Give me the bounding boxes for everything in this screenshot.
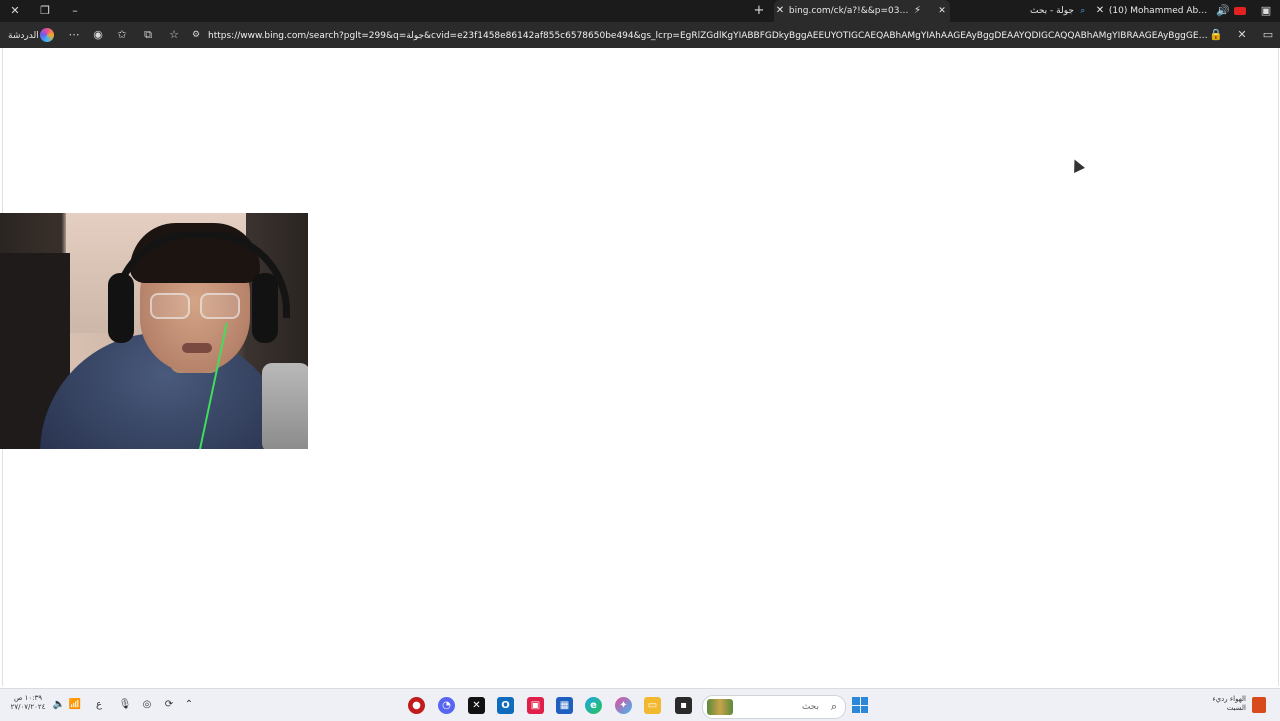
close-window-icon[interactable]: ✕: [8, 0, 22, 22]
tab-close-icon[interactable]: ✕: [1094, 0, 1106, 22]
speaker-icon[interactable]: 🔊: [1216, 0, 1230, 22]
edge-icon[interactable]: e: [585, 697, 602, 714]
gift-icon[interactable]: ▣: [527, 697, 544, 714]
favorites-icon[interactable]: ✩: [114, 26, 130, 44]
file-explorer-icon[interactable]: ▭: [644, 697, 661, 714]
tab-close-icon[interactable]: ✕: [936, 0, 948, 22]
restore-window-icon[interactable]: ❐: [38, 0, 52, 22]
taskbar-clock[interactable]: ١٠:٣٩ ص ٢٧/٠٧/٢٠٢٤: [8, 694, 48, 712]
microphone: [262, 363, 308, 449]
glasses-left: [150, 293, 190, 319]
tab-close-icon[interactable]: ✕: [774, 0, 786, 22]
glasses-right: [200, 293, 240, 319]
tray-app-icon[interactable]: ◎: [140, 697, 154, 713]
weather-widget[interactable]: الهواء رديء السبت: [1196, 695, 1246, 713]
search-highlight-image: [707, 699, 733, 715]
webcam-overlay: [0, 213, 308, 449]
add-favorite-icon[interactable]: ☆: [166, 26, 182, 44]
taskbar: ١٠:٣٩ ص ٢٧/٠٧/٢٠٢٤ 🔈 📶 ع 🎙 ◎ ⟳ ⌃ ● ◔ ✕ O…: [0, 688, 1280, 721]
weather-status: الهواء رديء: [1212, 695, 1246, 703]
tab-title: bing.com/ck/a?!&&p=03fb1d71c: [788, 6, 909, 16]
start-tile: [852, 697, 860, 705]
show-hidden-icons[interactable]: ⌃: [182, 697, 196, 713]
taskbar-search[interactable]: بحث ⌕: [702, 695, 846, 719]
search-icon: ⌕: [830, 700, 837, 713]
tab-youtube[interactable]: ✕ (10) Mohammed Abdo - Mi: [1094, 0, 1214, 22]
address-toolbar: الدردشة ⋯ ◉ ✩ ⧉ ☆ ⚙ https://www.bing.com…: [0, 22, 1280, 48]
tab-actions-icon[interactable]: ▣: [1258, 0, 1274, 22]
stop-icon[interactable]: ✕: [1234, 26, 1250, 44]
tab-strip: ✕ ❐ – + ✕ bing.com/ck/a?!&&p=03fb1d71c ⚡…: [0, 0, 1280, 22]
copilot-icon[interactable]: [40, 28, 54, 42]
wifi-icon[interactable]: 📶: [68, 697, 82, 713]
copilot-app-icon[interactable]: ✦: [615, 697, 632, 714]
tab-title: (10) Mohammed Abdo - Mi: [1108, 6, 1209, 16]
new-tab-button[interactable]: +: [752, 0, 766, 22]
start-tile: [860, 705, 868, 713]
outlook-icon[interactable]: O: [497, 697, 514, 714]
extensions-icon[interactable]: ⧉: [140, 26, 156, 44]
tray-sync-icon[interactable]: ⟳: [162, 697, 176, 713]
tab-title: جولة - بحث: [1030, 6, 1074, 16]
lock-icon: 🔒: [1209, 28, 1223, 41]
terminal-icon[interactable]: ▪: [675, 697, 692, 714]
headset-left: [108, 273, 134, 343]
weather-day: السبت: [1226, 704, 1246, 712]
more-icon[interactable]: ⋯: [66, 26, 82, 44]
tab-bing-redirect[interactable]: ✕ bing.com/ck/a?!&&p=03fb1d71c ⚡ ✕: [774, 0, 950, 22]
app-icon-1[interactable]: ●: [408, 697, 425, 714]
loading-icon: ⚡: [914, 5, 922, 16]
youtube-icon: [1233, 0, 1247, 22]
minimize-window-icon[interactable]: –: [68, 0, 82, 22]
mic-tray-icon[interactable]: 🎙: [118, 697, 132, 713]
start-tile: [860, 697, 868, 705]
discord-icon[interactable]: ◔: [438, 697, 455, 714]
headset-right: [252, 273, 278, 343]
search-placeholder: بحث: [801, 702, 819, 712]
language-icon[interactable]: ع: [92, 697, 106, 713]
start-tile: [852, 705, 860, 713]
start-button[interactable]: [852, 697, 868, 713]
address-bar[interactable]: https://www.bing.com/search?pglt=299&q=ج…: [208, 27, 1208, 45]
site-info-icon[interactable]: ⚙: [188, 26, 204, 44]
store-icon[interactable]: ▦: [556, 697, 573, 714]
bing-search-icon: ⌕: [1080, 6, 1086, 16]
capcut-icon[interactable]: ✕: [468, 697, 485, 714]
weather-icon: [1252, 697, 1266, 713]
webcam-mouth: [182, 343, 212, 353]
clock-date: ٢٧/٠٧/٢٠٢٤: [10, 703, 46, 711]
clock-time: ١٠:٣٩ ص: [13, 694, 43, 702]
chat-label[interactable]: الدردشة: [8, 27, 39, 45]
tab-search-results[interactable]: جولة - بحث ⌕: [1030, 0, 1092, 22]
sidebar-toggle-icon[interactable]: ▭: [1260, 26, 1276, 44]
profile-icon[interactable]: ◉: [90, 26, 106, 44]
volume-icon[interactable]: 🔈: [52, 697, 66, 713]
